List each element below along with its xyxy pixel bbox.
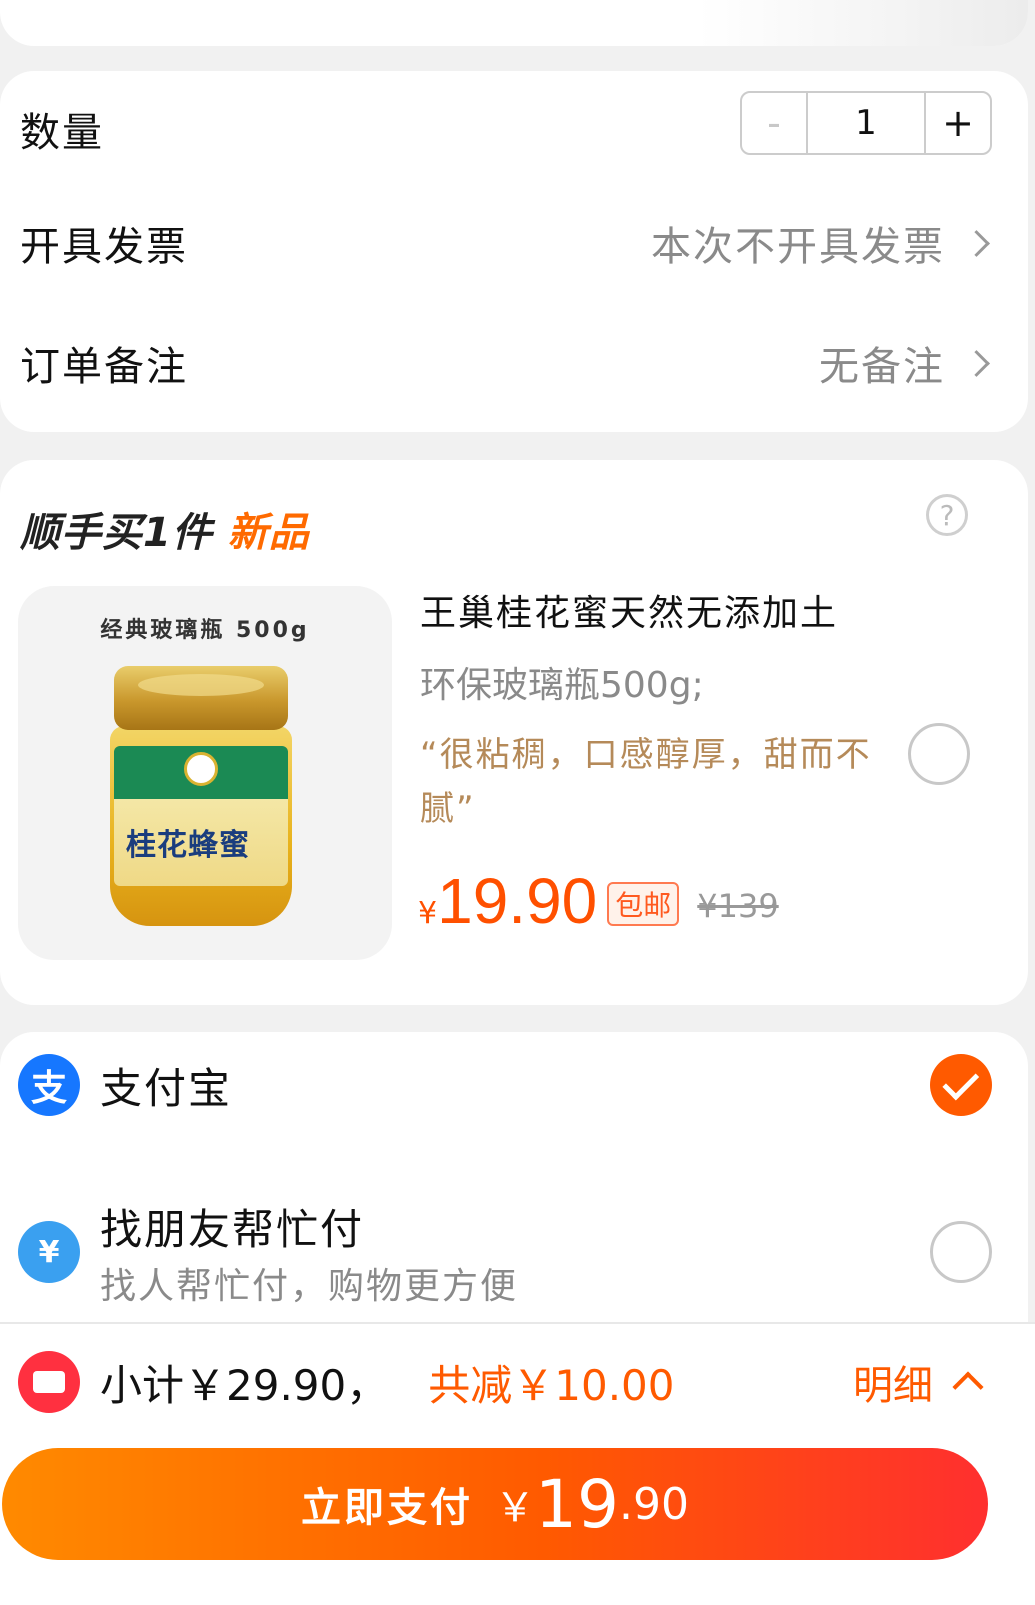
product-spec: 环保玻璃瓶500g; (420, 665, 704, 706)
pay-now-button[interactable]: 立即支付 ￥ 19 .90 (2, 1448, 988, 1560)
new-tag: 新品 (227, 510, 310, 556)
product-image[interactable]: 经典玻璃瓶 500g 桂花蜂蜜 (18, 586, 392, 960)
discount-text: 共减￥10.00 (428, 1360, 675, 1410)
checkout-bar: 小计￥29.90， 共减￥10.00 明细 立即支付 ￥ 19 .90 (0, 1322, 1035, 1605)
invoice-value-text: 本次不开具发票 (651, 224, 945, 270)
original-price: ¥139 (697, 887, 779, 925)
product-price: 19.90 (437, 865, 598, 937)
alipay-radio-checked[interactable] (930, 1054, 992, 1116)
order-options-card: 数量 - 1 + 开具发票 本次不开具发票 订单备注 无备注 (0, 71, 1028, 432)
add-on-title-text: 顺手买1件 (20, 510, 213, 556)
jar-lid (114, 666, 288, 730)
order-note-value: 无备注 (819, 334, 992, 392)
jar-label-text: 桂花蜂蜜 (126, 828, 250, 863)
price-currency: ¥ (418, 896, 438, 931)
decrement-button[interactable]: - (742, 93, 806, 153)
friend-pay-icon: ¥ (18, 1221, 80, 1283)
chevron-right-icon (963, 229, 990, 257)
friend-pay-option[interactable]: ¥ 找朋友帮忙付 找人帮忙付，购物更方便 (18, 1197, 992, 1307)
order-note-label: 订单备注 (20, 344, 188, 390)
quantity-label: 数量 (20, 110, 104, 156)
alipay-option[interactable]: 支 支付宝 (18, 1054, 992, 1116)
subtotal-text: 小计￥29.90， (100, 1360, 389, 1410)
pay-now-amount-dec: .90 (619, 1478, 689, 1530)
chevron-up-icon (952, 1371, 984, 1403)
checkmark-icon (941, 1063, 979, 1100)
order-note-value-text: 无备注 (819, 344, 945, 390)
jar-logo-icon (184, 752, 218, 786)
coupon-icon (18, 1351, 80, 1413)
invoice-value: 本次不开具发票 (651, 214, 992, 272)
quantity-value[interactable]: 1 (806, 93, 926, 153)
free-shipping-badge: 包邮 (607, 882, 680, 926)
add-on-title: 顺手买1件 新品 (20, 500, 310, 558)
pay-now-currency: ￥ (495, 1485, 536, 1531)
ticket-shape (33, 1371, 65, 1393)
chevron-right-icon (963, 349, 990, 377)
product-price-row: ¥ 19.90 包邮 ¥139 (418, 864, 779, 938)
product-image-caption: 经典玻璃瓶 500g (100, 618, 310, 643)
invoice-row[interactable]: 开具发票 本次不开具发票 (20, 211, 992, 275)
card-shadow (698, 0, 1028, 46)
increment-button[interactable]: + (926, 93, 990, 153)
add-on-select-radio[interactable] (908, 723, 970, 785)
help-icon[interactable]: ? (926, 494, 968, 536)
detail-toggle[interactable]: 明细 (853, 1353, 984, 1411)
pay-now-label: 立即支付 (301, 1485, 474, 1531)
friend-pay-subtitle: 找人帮忙付，购物更方便 (100, 1265, 519, 1307)
detail-label: 明细 (853, 1363, 933, 1409)
product-name[interactable]: 王巢桂花蜜天然无添加土 (420, 584, 838, 636)
quantity-stepper[interactable]: - 1 + (740, 91, 992, 155)
friend-pay-text: 找朋友帮忙付 找人帮忙付，购物更方便 (80, 1196, 518, 1309)
summary-row: 小计￥29.90， 共减￥10.00 明细 (18, 1350, 984, 1414)
top-card (0, 0, 1028, 46)
invoice-label: 开具发票 (20, 224, 188, 270)
alipay-icon: 支 (18, 1054, 80, 1116)
alipay-label: 支付宝 (100, 1063, 233, 1113)
friend-pay-label: 找朋友帮忙付 (100, 1204, 365, 1254)
friend-pay-radio[interactable] (930, 1221, 992, 1283)
product-review-quote: “很粘稠，口感醇厚，甜而不腻” (420, 735, 872, 829)
order-note-row[interactable]: 订单备注 无备注 (20, 331, 992, 395)
add-on-card: 顺手买1件 新品 ? 经典玻璃瓶 500g 桂花蜂蜜 王巢桂花蜜天然无添加土 环… (0, 460, 1028, 1005)
pay-now-amount-int: 19 (535, 1465, 619, 1543)
